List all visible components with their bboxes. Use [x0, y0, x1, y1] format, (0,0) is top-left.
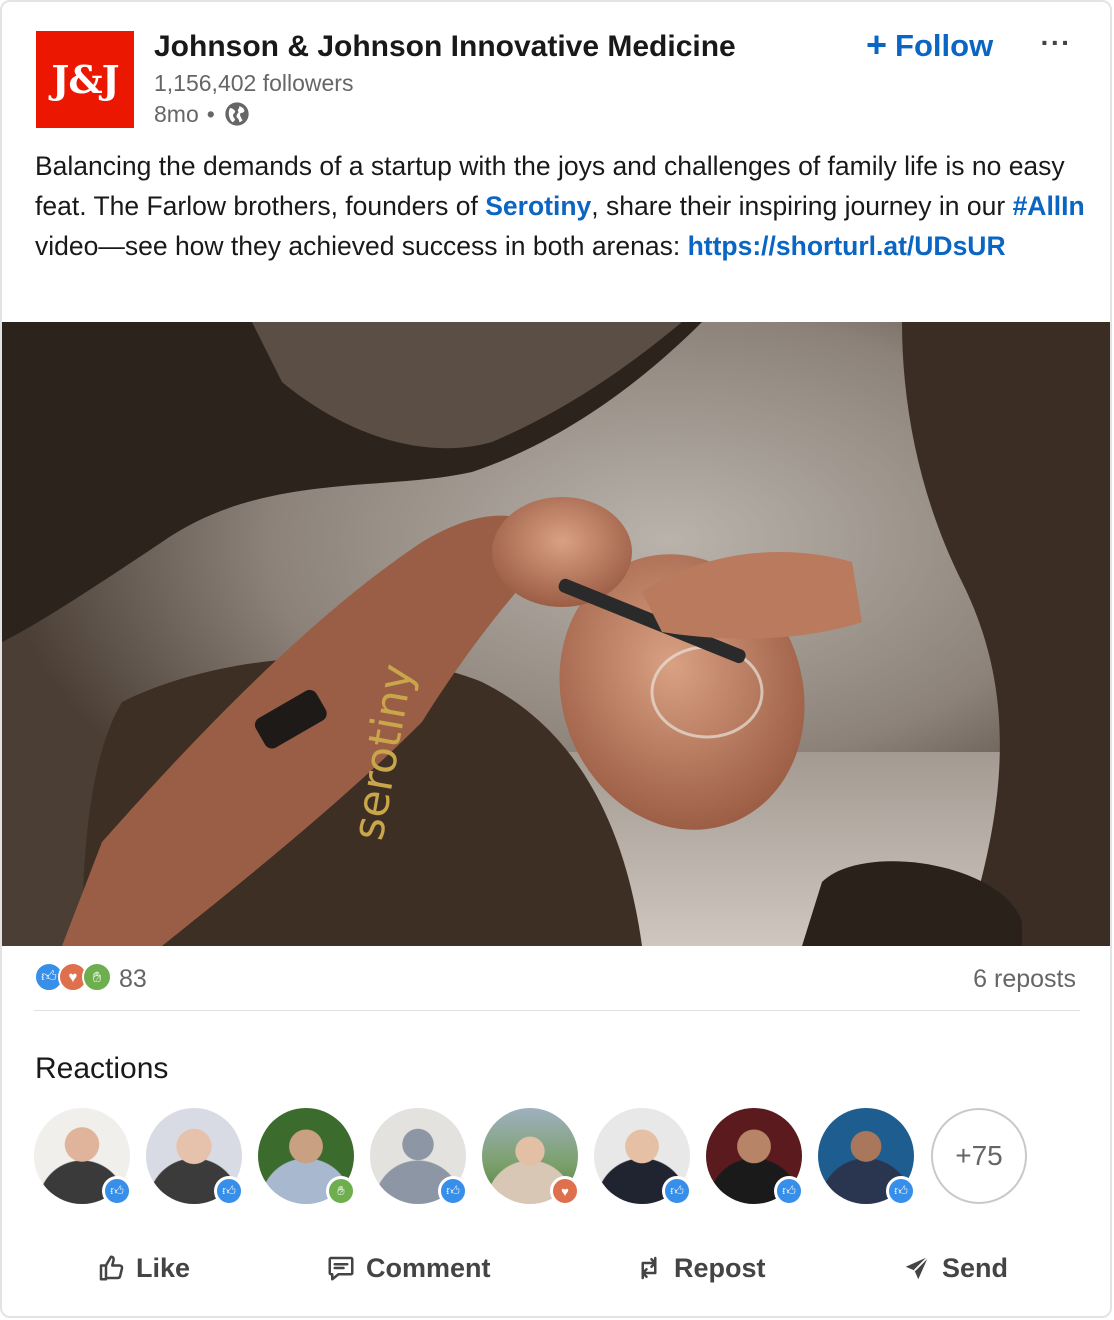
repost-icon — [641, 1256, 657, 1280]
send-icon — [905, 1256, 929, 1280]
support-badge-icon: ✋︎ — [326, 1176, 356, 1206]
like-badge-icon: 👍︎ — [774, 1176, 804, 1206]
follower-count: 1,156,402 followers — [154, 70, 354, 96]
meta-separator: • — [206, 100, 215, 127]
like-badge-icon: 👍︎ — [662, 1176, 692, 1206]
company-logo[interactable]: J&J — [36, 31, 134, 128]
url-link[interactable]: https://shorturl.at/UDsUR — [688, 231, 1006, 261]
author-name[interactable]: Johnson & Johnson Innovative Medicine — [154, 30, 736, 64]
comment-label: Comment — [366, 1252, 491, 1283]
hashtag-link[interactable]: #AllIn — [1013, 191, 1085, 221]
more-reactions-button[interactable]: +75 — [931, 1108, 1027, 1204]
reactor-avatar[interactable]: ✋︎ — [258, 1108, 356, 1206]
reactor-avatar[interactable]: 👍︎ — [594, 1108, 692, 1206]
follow-label: Follow — [895, 28, 994, 63]
post-text: Balancing the demands of a startup with … — [35, 146, 1085, 266]
like-label: Like — [136, 1252, 191, 1283]
reaction-icons[interactable]: 👍︎ ♥ ✋︎ — [34, 962, 114, 994]
reactor-avatar[interactable]: ♥ — [482, 1108, 580, 1206]
action-bar: Like Comment Repost Send — [2, 1238, 1110, 1298]
post-age: 8mo — [154, 100, 199, 127]
reactor-avatar[interactable]: 👍︎ — [34, 1108, 132, 1206]
repost-label: Repost — [674, 1252, 766, 1283]
comment-button[interactable]: Comment — [326, 1238, 491, 1298]
video-frame-illustration: serotiny — [2, 322, 1110, 946]
divider — [34, 1010, 1080, 1011]
post-text-part: , share their inspiring journey in our — [591, 191, 1013, 221]
like-button[interactable]: Like — [96, 1238, 190, 1298]
more-options-icon[interactable]: ··· — [1036, 24, 1076, 64]
send-button[interactable]: Send — [902, 1238, 1008, 1298]
repost-count[interactable]: 6 reposts — [973, 965, 1076, 994]
follow-button[interactable]: + Follow — [860, 24, 999, 68]
send-label: Send — [942, 1252, 1009, 1283]
logo-text: J&J — [51, 57, 119, 102]
love-badge-icon: ♥ — [550, 1176, 580, 1206]
reactor-avatar[interactable]: 👍︎ — [370, 1108, 468, 1206]
like-badge-icon: 👍︎ — [102, 1176, 132, 1206]
post-video[interactable]: serotiny — [2, 322, 1110, 946]
reactions-title: Reactions — [35, 1052, 169, 1085]
like-badge-icon: 👍︎ — [886, 1176, 916, 1206]
like-badge-icon: 👍︎ — [214, 1176, 244, 1206]
post-card: J&J Johnson & Johnson Innovative Medicin… — [0, 0, 1112, 1318]
post-text-part: video—see how they achieved success in b… — [35, 231, 688, 261]
globe-icon — [225, 102, 249, 126]
support-reaction-icon: ✋︎ — [82, 962, 112, 992]
reaction-count[interactable]: 83 — [119, 965, 147, 994]
thumbs-up-icon — [99, 1255, 124, 1281]
like-badge-icon: 👍︎ — [438, 1176, 468, 1206]
mention-link[interactable]: Serotiny — [485, 191, 591, 221]
plus-icon: + — [866, 23, 888, 65]
post-meta: 8mo • — [154, 100, 251, 128]
reactor-avatar[interactable]: 👍︎ — [706, 1108, 804, 1206]
comment-icon — [328, 1256, 354, 1281]
repost-button[interactable]: Repost — [634, 1238, 766, 1298]
reactor-avatar[interactable]: 👍︎ — [818, 1108, 916, 1206]
reactor-avatar[interactable]: 👍︎ — [146, 1108, 244, 1206]
